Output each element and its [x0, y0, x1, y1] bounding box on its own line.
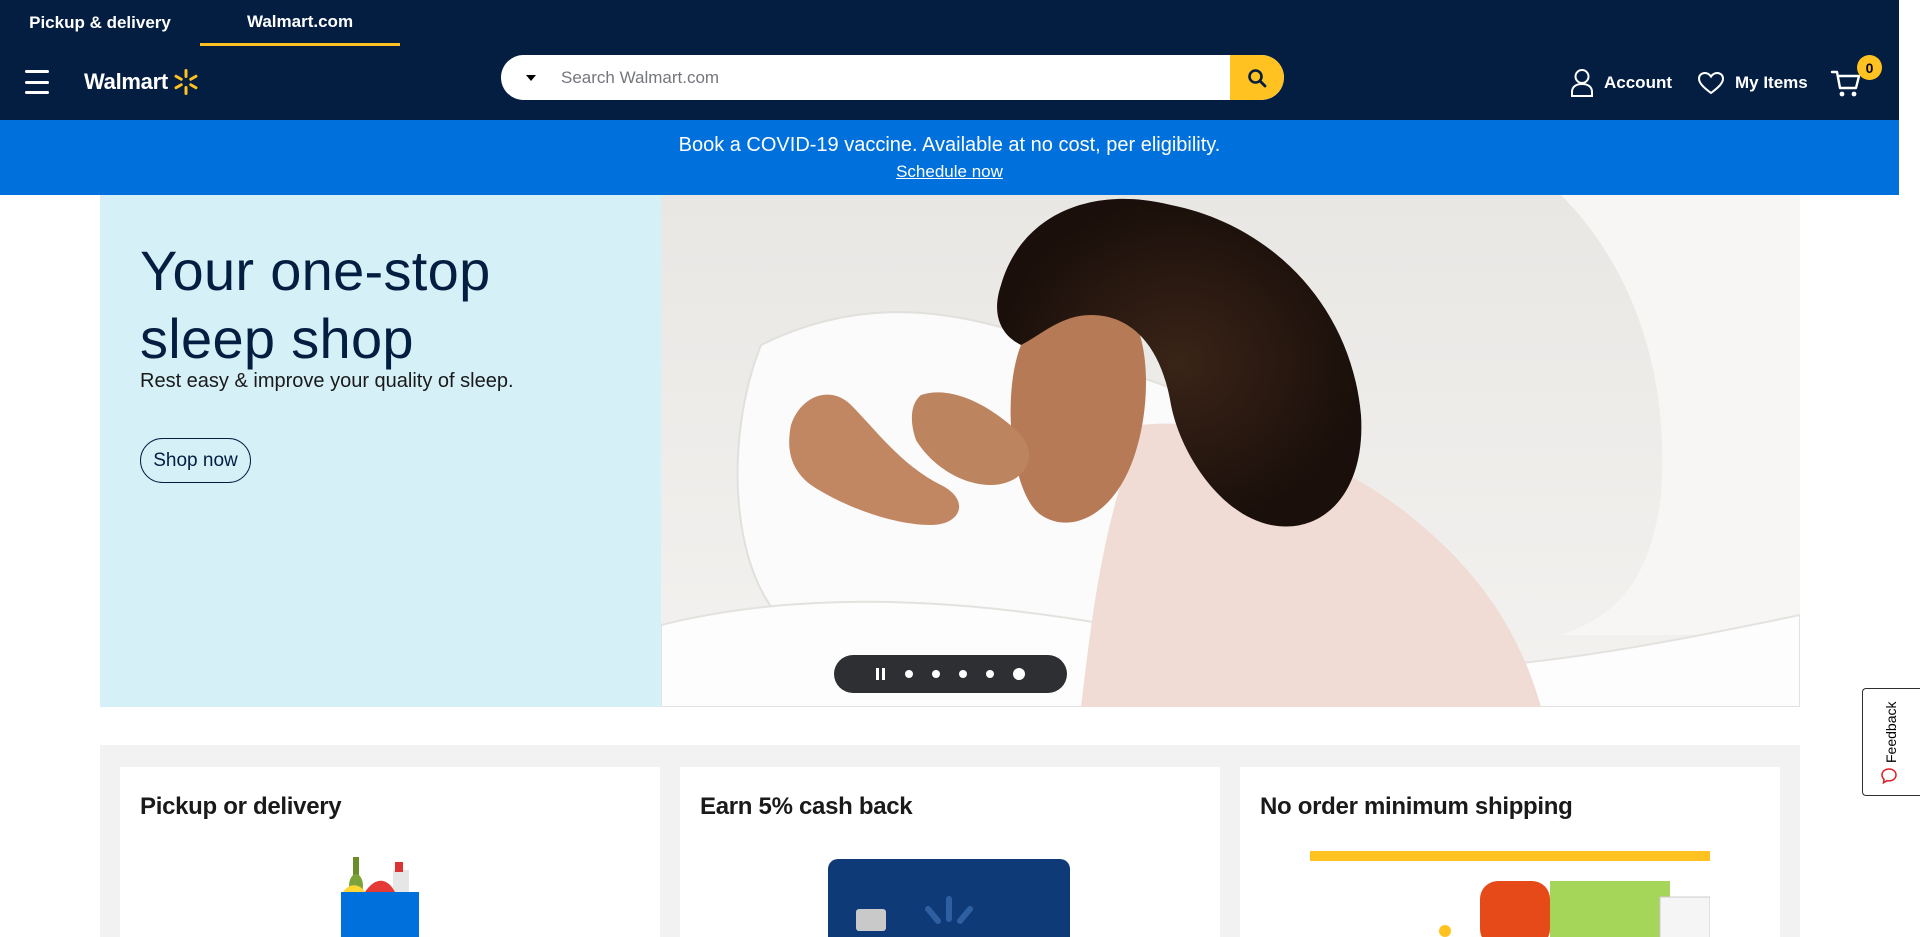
logo-text: Walmart [84, 69, 168, 94]
cart-count-badge: 0 [1857, 55, 1882, 80]
carousel-dot-4[interactable] [986, 670, 994, 678]
search-input[interactable] [561, 55, 1230, 100]
card-free-shipping[interactable]: No order minimum shipping [1240, 767, 1780, 937]
tab-walmart-com[interactable]: Walmart.com [200, 0, 400, 46]
menu-icon[interactable] [25, 70, 49, 94]
hero-subtitle: Rest easy & improve your quality of slee… [140, 370, 514, 392]
carousel-controls [834, 655, 1067, 693]
feedback-button[interactable]: Feedback [1862, 688, 1920, 796]
feedback-label: Feedback [1883, 701, 1899, 763]
hero-image-sleeping-woman[interactable] [661, 195, 1800, 707]
grocery-bag-image [341, 857, 419, 937]
schedule-now-link[interactable]: Schedule now [0, 162, 1899, 182]
covid-banner: Book a COVID-19 vaccine. Available at no… [0, 120, 1899, 195]
pause-icon[interactable] [876, 668, 886, 680]
card-title: Earn 5% cash back [700, 793, 913, 820]
card-pickup-delivery[interactable]: Pickup or delivery [120, 767, 660, 937]
card-title: Pickup or delivery [140, 793, 342, 820]
my-items-label: My Items [1735, 73, 1808, 92]
header: Pickup & delivery Walmart.com Walmart Se… [0, 0, 1899, 120]
caret-down-icon [526, 74, 536, 81]
shop-now-button[interactable]: Shop now [140, 438, 251, 483]
card-cash-back[interactable]: Earn 5% cash back [680, 767, 1220, 937]
carousel-dot-3[interactable] [959, 670, 967, 678]
heart-icon [1697, 71, 1725, 95]
carousel-dot-1[interactable] [905, 670, 913, 678]
department-dropdown[interactable] [501, 55, 561, 100]
carousel-dot-2[interactable] [932, 670, 940, 678]
account-label: Account [1604, 73, 1672, 92]
account-link[interactable]: Account [1570, 66, 1672, 100]
card-title: No order minimum shipping [1260, 793, 1573, 820]
search-bar [501, 55, 1284, 100]
tab-pickup-delivery[interactable]: Pickup & delivery [0, 0, 200, 46]
credit-card-image [828, 859, 1070, 937]
banner-text: Book a COVID-19 vaccine. Available at no… [678, 134, 1221, 156]
hero-carousel: Your one-stop sleep shop Rest easy & imp… [100, 195, 1800, 707]
hero-title: Your one-stop sleep shop [140, 239, 491, 370]
chat-bubble-icon [1881, 768, 1897, 785]
search-button[interactable] [1230, 55, 1284, 100]
my-items-link[interactable]: My Items [1697, 66, 1808, 100]
carousel-dot-5[interactable] [1013, 668, 1025, 680]
spark-icon [174, 69, 198, 95]
page: Pickup & delivery Walmart.com Walmart Se… [0, 0, 1920, 937]
shipping-products-image [1310, 851, 1710, 937]
search-icon [1248, 68, 1267, 87]
nav-tabs: Pickup & delivery Walmart.com [0, 0, 400, 46]
user-icon [1571, 69, 1593, 97]
walmart-logo[interactable]: Walmart [84, 66, 200, 98]
